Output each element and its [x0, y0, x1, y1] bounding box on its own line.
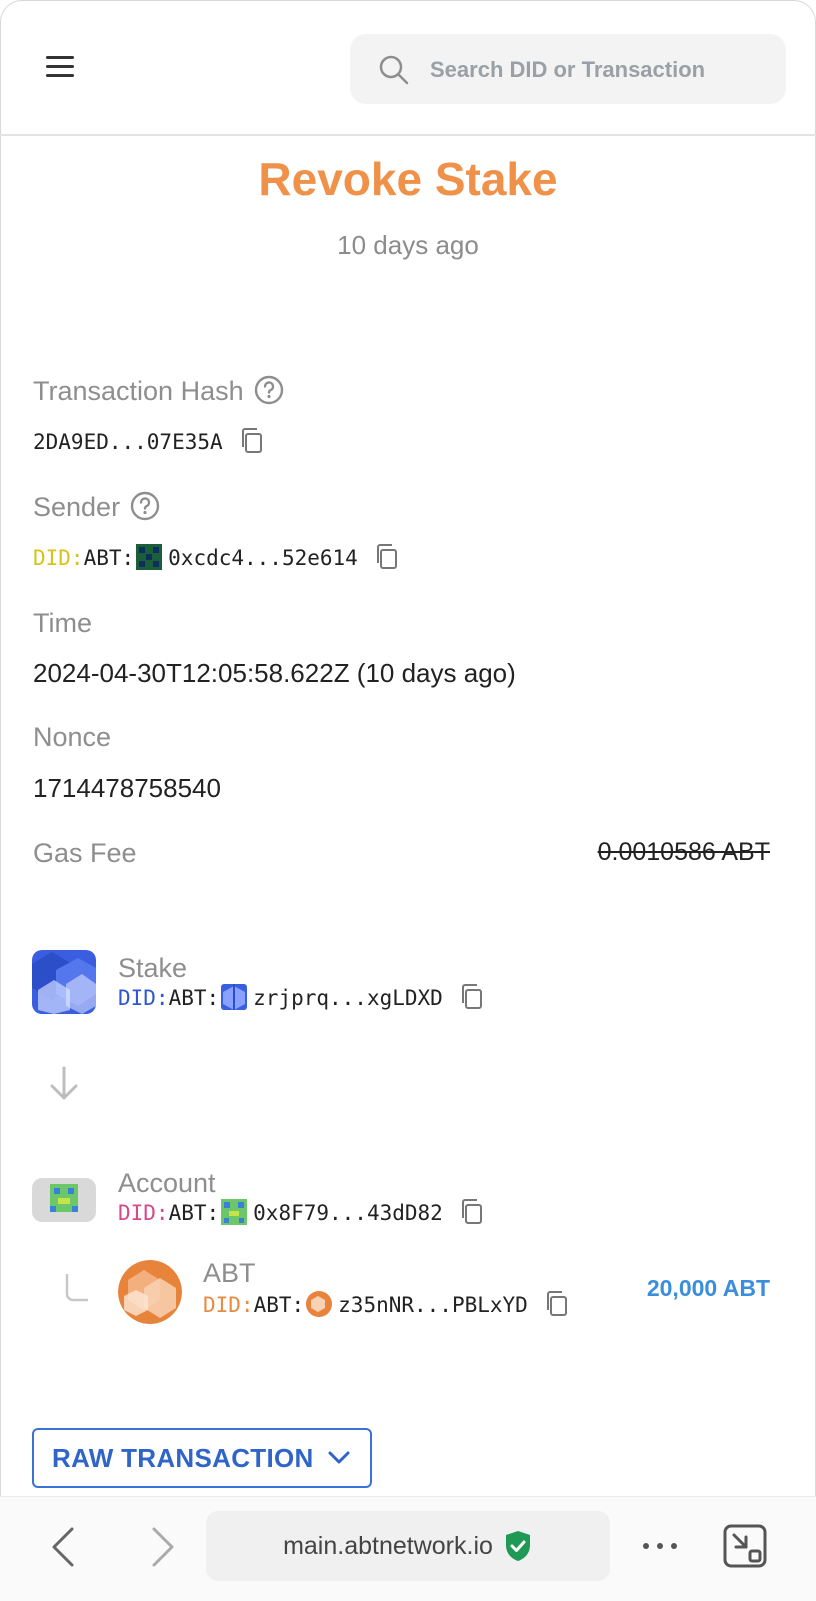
search-box[interactable]	[350, 34, 786, 104]
gas-fee-label: Gas Fee	[33, 838, 137, 868]
abt-identicon	[306, 1291, 333, 1317]
gas-fee-value: 0.0010586 ABT	[597, 838, 770, 866]
sender-identicon	[136, 544, 163, 570]
hamburger-menu-icon[interactable]	[46, 54, 76, 80]
forward-arrow-icon[interactable]	[142, 1523, 182, 1571]
copy-icon[interactable]	[544, 1290, 570, 1318]
top-bar	[0, 0, 816, 136]
url-text: main.abtnetwork.io	[283, 1531, 493, 1560]
did-prefix: DID:	[33, 546, 84, 570]
sender-value-row: DID:ABT: 0xcdc4...52e614	[33, 543, 400, 571]
raw-transaction-label: RAW TRANSACTION	[52, 1442, 314, 1473]
account-address[interactable]: 0x8F79...43dD82	[253, 1201, 443, 1225]
tx-hash-value-row: 2DA9ED...07E35A	[33, 427, 265, 455]
stake-identicon	[221, 984, 248, 1010]
account-title: Account	[118, 1168, 216, 1198]
page-subtitle: 10 days ago	[337, 230, 479, 260]
search-input[interactable]	[428, 46, 772, 94]
account-identicon	[221, 1199, 248, 1225]
search-icon	[379, 55, 409, 85]
did-prefix: DID:	[118, 1201, 169, 1225]
sender-label: Sender	[33, 491, 160, 523]
copy-icon[interactable]	[459, 1198, 485, 1226]
abt-title: ABT	[203, 1258, 256, 1288]
page-title: Revoke Stake	[258, 153, 558, 205]
browser-toolbar: main.abtnetwork.io	[0, 1496, 816, 1601]
account-did-row: DID:ABT: 0x8F79...43dD82	[118, 1198, 485, 1226]
did-type: ABT:	[168, 986, 220, 1010]
did-prefix: DID:	[118, 986, 169, 1010]
nonce-value: 1714478758540	[33, 773, 221, 803]
copy-icon[interactable]	[239, 427, 265, 455]
did-type: ABT:	[168, 1201, 220, 1225]
back-arrow-icon[interactable]	[44, 1523, 84, 1571]
stake-address[interactable]: zrjprq...xgLDXD	[253, 986, 443, 1010]
help-circle-icon[interactable]	[130, 491, 160, 521]
chevron-down-icon	[328, 1451, 350, 1464]
abt-amount: 20,000 ABT	[646, 1275, 770, 1301]
stake-avatar[interactable]	[32, 950, 96, 1014]
abt-did-row: DID:ABT: z35nNR...PBLxYD	[203, 1290, 570, 1318]
stake-did-row: DID:ABT: zrjprq...xgLDXD	[118, 983, 485, 1011]
sender-address[interactable]: 0xcdc4...52e614	[168, 546, 358, 570]
abt-token-avatar[interactable]	[118, 1260, 182, 1324]
nonce-label: Nonce	[33, 722, 112, 752]
copy-icon[interactable]	[459, 983, 485, 1011]
account-avatar[interactable]	[32, 1178, 96, 1222]
more-options-icon[interactable]	[640, 1531, 680, 1561]
arrow-down-icon	[50, 1066, 78, 1100]
address-bar[interactable]: main.abtnetwork.io	[206, 1511, 610, 1581]
branch-connector-icon	[65, 1274, 88, 1302]
stake-title: Stake	[118, 953, 188, 983]
help-circle-icon[interactable]	[254, 375, 284, 405]
did-type: ABT:	[253, 1293, 305, 1317]
tx-hash-label-text: Transaction Hash	[33, 376, 244, 406]
raw-transaction-button[interactable]: RAW TRANSACTION	[32, 1428, 372, 1488]
did-prefix: DID:	[203, 1293, 254, 1317]
did-type: ABT:	[83, 546, 135, 570]
copy-icon[interactable]	[374, 543, 400, 571]
sender-label-text: Sender	[33, 492, 121, 522]
time-value: 2024-04-30T12:05:58.622Z (10 days ago)	[33, 658, 516, 688]
minimize-window-icon[interactable]	[722, 1523, 768, 1569]
tx-hash-value[interactable]: 2DA9ED...07E35A	[33, 430, 223, 454]
abt-address[interactable]: z35nNR...PBLxYD	[338, 1293, 528, 1317]
verified-shield-icon	[505, 1531, 530, 1561]
time-label: Time	[33, 608, 92, 638]
tx-hash-label: Transaction Hash	[33, 375, 284, 407]
